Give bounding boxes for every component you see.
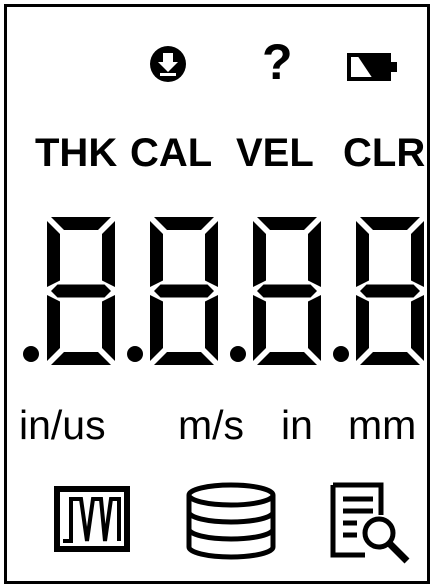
digit-2-segment-e (150, 295, 163, 361)
waveform-icon (53, 485, 131, 553)
unit-mm-label: mm (348, 402, 417, 448)
digit-1-segment-g (51, 284, 111, 298)
digit-3-segment-a (257, 217, 317, 230)
unit-in-label: in (281, 402, 313, 448)
digit-2-segment-d (154, 352, 214, 365)
digit-4-segment-c (411, 295, 424, 361)
unit-in-us-label: in/us (19, 402, 106, 448)
digit-3-segment-f (253, 221, 266, 287)
digit-1-segment-b (102, 221, 115, 287)
digit-1-segment-e (47, 295, 60, 361)
digit-3-segment-c (308, 295, 321, 361)
database-icon (183, 481, 279, 561)
digit-4-segment-g (360, 284, 420, 298)
report-search-icon (329, 481, 415, 565)
decimal-point-4 (333, 346, 349, 362)
digit-4-segment-f (356, 221, 369, 287)
unit-m-s-label: m/s (178, 402, 245, 448)
digit-2-segment-c (205, 295, 218, 361)
digit-3-segment-d (257, 352, 317, 365)
digit-4-segment-d (360, 352, 420, 365)
digit-4-segment-e (356, 295, 369, 361)
digit-4-segment-b (411, 221, 424, 287)
lcd-screen: ? THK CAL VEL CLR in/us m/s in mm (4, 4, 430, 584)
digit-2-segment-g (154, 284, 214, 298)
decimal-point-1 (23, 346, 39, 362)
digit-1-segment-f (47, 221, 60, 287)
digit-4-segment-a (360, 217, 420, 230)
digit-3-segment-b (308, 221, 321, 287)
digit-1-segment-d (51, 352, 111, 365)
digit-1-segment-a (51, 217, 111, 230)
digit-1-segment-c (102, 295, 115, 361)
digit-2-segment-b (205, 221, 218, 287)
decimal-point-3 (230, 346, 246, 362)
digit-3-segment-g (257, 284, 317, 298)
digit-2-segment-a (154, 217, 214, 230)
digit-3-segment-e (253, 295, 266, 361)
decimal-point-2 (127, 346, 143, 362)
digit-2-segment-f (150, 221, 163, 287)
